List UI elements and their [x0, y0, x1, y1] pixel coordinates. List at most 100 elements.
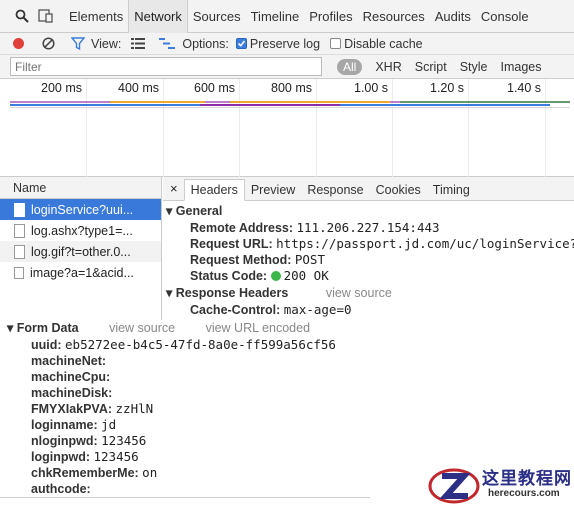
- request-url-value: https://passport.jd.com/uc/loginService?…: [276, 236, 574, 251]
- form-field-row: nloginpwd: 123456: [31, 433, 147, 448]
- form-field-row: machineCpu:: [31, 370, 111, 384]
- options-label: Options:: [182, 36, 229, 51]
- request-name: loginService?uui...: [31, 202, 134, 217]
- timeline-tick: 600 ms: [194, 81, 235, 95]
- filter-all-button[interactable]: All: [337, 58, 363, 75]
- close-icon[interactable]: ×: [163, 181, 184, 200]
- form-field-row: authcode:: [31, 482, 91, 496]
- tab-network[interactable]: Network: [128, 0, 188, 33]
- record-icon[interactable]: [13, 38, 24, 49]
- list-item[interactable]: image?a=1&acid...: [0, 262, 161, 283]
- request-name: image?a=1&acid...: [30, 265, 134, 280]
- timeline-tick: 200 ms: [41, 81, 82, 95]
- disclosure-triangle-icon: ▾: [166, 286, 173, 300]
- form-field-row: uuid: eb5272ee-b4c5-47fd-8a0e-ff599a56cf…: [31, 337, 336, 352]
- watermark-logo: 这里教程网 herecours.com: [428, 462, 574, 506]
- request-name: log.gif?t=other.0...: [31, 244, 131, 259]
- general-section-header[interactable]: ▾ General: [163, 203, 574, 220]
- list-item[interactable]: log.ashx?type1=...: [0, 220, 161, 241]
- view-url-encoded-link[interactable]: view URL encoded: [206, 321, 310, 335]
- remote-address-row: Remote Address: 111.206.227.154:443: [190, 220, 440, 235]
- waterfall-icon[interactable]: [159, 38, 176, 49]
- form-field-row: machineNet:: [31, 354, 107, 368]
- filter-xhr-button[interactable]: XHR: [375, 60, 401, 74]
- response-headers-title: Response Headers: [175, 286, 289, 300]
- detail-tabs: × Headers Preview Response Cookies Timin…: [163, 177, 574, 201]
- disclosure-triangle-icon: ▾: [7, 321, 14, 335]
- form-field-row: machineDisk:: [31, 386, 113, 400]
- form-field-row: loginpwd: 123456: [31, 449, 139, 464]
- timeline-tick: 1.20 s: [430, 81, 465, 95]
- document-icon: [14, 223, 25, 238]
- timeline-tick: 400 ms: [118, 81, 159, 95]
- request-method-row: Request Method: POST: [190, 252, 325, 267]
- device-mode-icon[interactable]: [34, 0, 58, 33]
- tab-sources[interactable]: Sources: [188, 0, 246, 33]
- form-field-row: chkRememberMe: on: [31, 465, 158, 480]
- view-source-link[interactable]: view source: [109, 321, 175, 335]
- status-code-value: 200 OK: [283, 268, 329, 283]
- devtools-tab-bar: Elements Network Sources Timeline Profil…: [0, 0, 574, 33]
- form-field-row: FMYXIakPVA: zzHlN: [31, 401, 154, 416]
- disable-cache-label: Disable cache: [344, 36, 423, 51]
- request-detail-pane: × Headers Preview Response Cookies Timin…: [163, 177, 574, 320]
- request-url-row: Request URL: https://passport.jd.com/uc/…: [163, 236, 574, 252]
- disclosure-triangle-icon: ▾: [166, 204, 173, 218]
- checkbox-box: [330, 38, 342, 49]
- status-code-row: Status Code: 200 OK: [190, 268, 329, 283]
- request-method-value: POST: [294, 252, 325, 267]
- filter-input[interactable]: [10, 57, 322, 76]
- view-label: View:: [91, 36, 122, 51]
- request-list: Name loginService?uui... log.ashx?type1=…: [0, 177, 162, 320]
- response-headers-section-header[interactable]: ▾ Response Headers view source: [163, 285, 574, 302]
- filter-bar: All XHR Script Style Images: [0, 55, 574, 79]
- tab-preview[interactable]: Preview: [245, 183, 301, 200]
- tab-console[interactable]: Console: [476, 0, 534, 33]
- name-column-header[interactable]: Name: [0, 177, 161, 199]
- search-icon[interactable]: [10, 0, 34, 33]
- tab-cookies[interactable]: Cookies: [370, 183, 427, 200]
- watermark-url: herecours.com: [488, 488, 560, 499]
- tab-timeline[interactable]: Timeline: [246, 0, 305, 33]
- timeline-overview[interactable]: 200 ms 400 ms 600 ms 800 ms 1.00 s 1.20 …: [0, 79, 574, 177]
- request-name: log.ashx?type1=...: [31, 223, 133, 238]
- disable-cache-checkbox[interactable]: Disable cache: [330, 37, 423, 51]
- tab-profiles[interactable]: Profiles: [304, 0, 357, 33]
- filter-images-button[interactable]: Images: [501, 60, 542, 74]
- filter-icon[interactable]: [71, 37, 85, 50]
- status-dot-icon: [270, 271, 281, 281]
- document-icon: [14, 244, 25, 259]
- list-item[interactable]: loginService?uui...: [0, 199, 161, 220]
- form-data-title: Form Data: [16, 321, 79, 335]
- large-rows-icon[interactable]: [131, 38, 146, 49]
- cache-control-value: max-age=0: [283, 302, 352, 317]
- tab-response[interactable]: Response: [301, 183, 369, 200]
- preserve-log-label: Preserve log: [249, 36, 321, 51]
- tab-resources[interactable]: Resources: [358, 0, 430, 33]
- document-icon: [14, 202, 25, 217]
- view-source-link[interactable]: view source: [326, 286, 392, 300]
- clear-icon[interactable]: [42, 37, 55, 50]
- form-data-header[interactable]: ▾ Form Data view source view URL encoded: [0, 320, 370, 337]
- general-title: General: [175, 204, 223, 218]
- cache-control-row: Cache-Control: max-age=0: [190, 302, 352, 317]
- watermark-title: 这里教程网: [482, 469, 572, 489]
- preserve-log-checkbox[interactable]: Preserve log: [235, 36, 321, 51]
- timeline-tick: 1.40 s: [507, 81, 542, 95]
- filter-style-button[interactable]: Style: [460, 60, 488, 74]
- timeline-bars: [10, 101, 570, 108]
- network-toolbar: View: Options: Preserve log Disable cach…: [0, 33, 574, 55]
- filter-script-button[interactable]: Script: [415, 60, 447, 74]
- z-logo-icon: [428, 468, 480, 504]
- tab-audits[interactable]: Audits: [430, 0, 476, 33]
- tab-elements[interactable]: Elements: [64, 0, 128, 33]
- list-item[interactable]: log.gif?t=other.0...: [0, 241, 161, 262]
- timeline-tick: 800 ms: [271, 81, 312, 95]
- timeline-tick: 1.00 s: [354, 81, 389, 95]
- tab-headers[interactable]: Headers: [183, 179, 245, 201]
- image-icon: [14, 266, 24, 279]
- tab-timing[interactable]: Timing: [427, 183, 476, 200]
- form-data-section: ▾ Form Data view source view URL encoded…: [0, 320, 370, 498]
- check-icon: [235, 38, 247, 49]
- form-field-row: loginname: jd: [31, 417, 117, 432]
